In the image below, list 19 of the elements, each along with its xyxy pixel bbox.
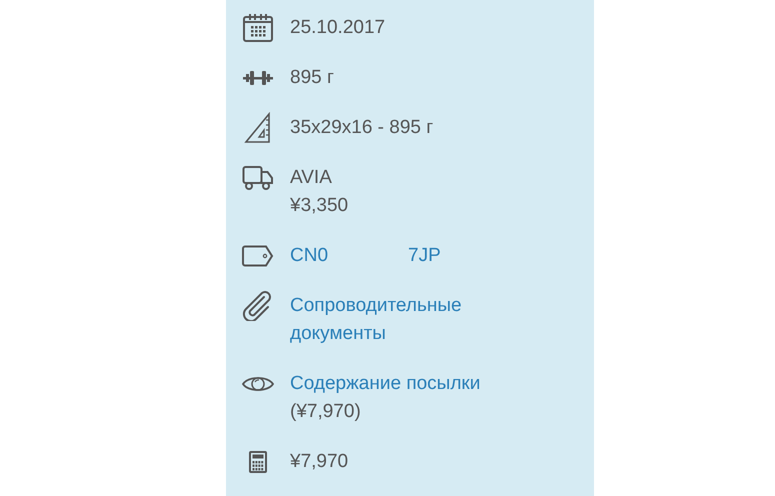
- eye-icon: [242, 374, 274, 394]
- link[interactable]: Содержание посылки: [290, 370, 480, 398]
- detail-text: 35x29x16 - 895 г: [290, 116, 434, 140]
- dumbbell-icon: [243, 70, 273, 86]
- truck-icon: [242, 165, 274, 191]
- tag-icon: [242, 245, 274, 267]
- detail-text: ¥3,350: [290, 194, 348, 218]
- detail-text: (¥7,970): [290, 400, 361, 424]
- detail-text: 895 г: [290, 66, 334, 90]
- link[interactable]: CN0: [290, 242, 328, 270]
- calculator-icon: [249, 451, 267, 473]
- calendar-icon: [242, 13, 274, 43]
- paperclip-icon: [242, 291, 274, 321]
- detail-text: AVIA: [290, 166, 332, 190]
- link[interactable]: документы: [290, 320, 386, 348]
- link[interactable]: Сопроводительные: [290, 292, 462, 320]
- detail-text: ¥7,970: [290, 450, 348, 474]
- link[interactable]: 7JP: [408, 242, 441, 270]
- detail-text: 25.10.2017: [290, 16, 386, 40]
